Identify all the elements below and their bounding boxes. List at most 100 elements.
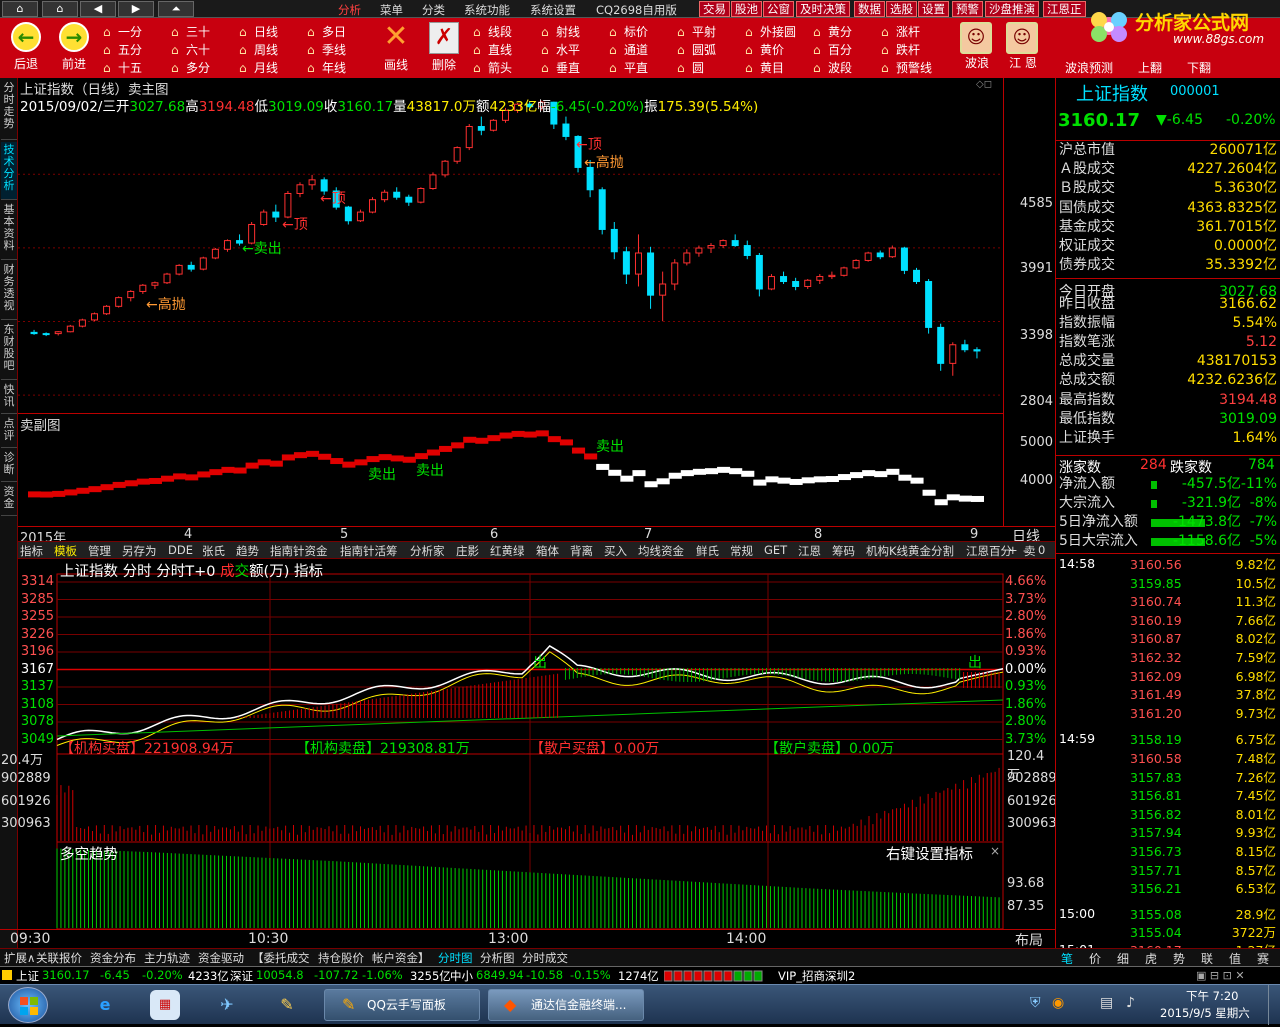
gann-avatar-button[interactable]: ☺ 江 恩 — [1006, 22, 1040, 71]
sidebar-item-finance[interactable]: 财务透视 — [1, 262, 17, 320]
menu-gann[interactable]: 江恩正 — [1043, 1, 1086, 17]
wave-avatar-button[interactable]: ☺ 波浪 — [960, 22, 994, 71]
menu-stock-pool[interactable]: 股池 — [731, 1, 762, 17]
draw-tool-0-0[interactable]: 线段 — [488, 23, 512, 40]
forward-button[interactable]: → 前进 — [56, 22, 92, 72]
bottom-tab-1[interactable]: 关联报价 — [36, 950, 82, 966]
page-down-button[interactable]: 下翻 — [1187, 59, 1211, 76]
sub-chart-pane[interactable]: 卖副图 卖出 卖出 卖出 — [18, 413, 1003, 526]
show-desktop-button[interactable] — [1268, 985, 1280, 1025]
draw-tool-2-1[interactable]: 垂直 — [556, 59, 580, 76]
intraday-pane[interactable]: 上证指数 分时 分时T+0 成交额(万) 指标 3314 3285 3255 3226… — [0, 560, 1057, 950]
menu-analysis[interactable]: 分析 — [338, 2, 361, 18]
indicator-setting-hint[interactable]: 右键设置指标 — [886, 843, 973, 864]
right-tab-1[interactable]: 价 — [1089, 950, 1101, 967]
paint-icon[interactable]: ✎ — [272, 990, 302, 1020]
sidebar-item-intraday[interactable]: 分时走势 — [1, 80, 17, 140]
clock-date[interactable]: 2015/9/5 星期六 — [1160, 1005, 1250, 1021]
draw-tool-2-6[interactable]: 预警线 — [896, 59, 932, 76]
next-button[interactable]: ▶ — [118, 1, 154, 17]
period-button-0-0[interactable]: 一分 — [118, 23, 142, 40]
volume-icon[interactable]: ♪ — [1126, 995, 1135, 1011]
draw-tool-1-6[interactable]: 跌杆 — [896, 41, 920, 58]
bottom-tab-5[interactable]: 【委托成交 — [252, 950, 310, 966]
period-button-2-3[interactable]: 年线 — [322, 59, 346, 76]
indicator-tab-20[interactable]: 筹码 — [832, 543, 855, 559]
draw-tool-1-4[interactable]: 黄价 — [760, 41, 784, 58]
draw-line-button[interactable]: ✕ 画线 — [374, 22, 418, 73]
menu-category[interactable]: 分类 — [422, 2, 445, 18]
bottom-tab-0[interactable]: 扩展∧ — [4, 950, 35, 966]
sidebar-item-technical[interactable]: 技术分析 — [1, 142, 17, 200]
bottom-tab-10[interactable]: 分时成交 — [522, 950, 568, 966]
indicator-tab-17[interactable]: 常规 — [730, 543, 753, 559]
period-button-1-3[interactable]: 季线 — [322, 41, 346, 58]
bottom-tab-7[interactable]: 帐户资金】 — [372, 950, 430, 966]
menu-alert[interactable]: 预警 — [952, 1, 983, 17]
bottom-tab-8[interactable]: 分时图 — [438, 950, 473, 966]
prev-button[interactable]: ◀ — [80, 1, 116, 17]
indicator-tab-2[interactable]: 管理 — [88, 543, 111, 559]
qq-icon[interactable]: ✈ — [212, 990, 242, 1020]
back-button[interactable]: ← 后退 — [8, 22, 44, 72]
draw-tool-1-0[interactable]: 直线 — [488, 41, 512, 58]
layout-button[interactable]: 布局 — [1015, 930, 1043, 950]
draw-tool-0-4[interactable]: 外接圆 — [760, 23, 796, 40]
home-button[interactable]: ⌂ — [42, 1, 78, 17]
indicator-tab-14[interactable]: 买入 — [604, 543, 627, 559]
period-button-1-0[interactable]: 五分 — [118, 41, 142, 58]
draw-tool-0-2[interactable]: 标价 — [624, 23, 648, 40]
right-tab-4[interactable]: 势 — [1173, 950, 1185, 967]
indicator-tab-21[interactable]: 机构K线 — [866, 543, 908, 559]
indicator-control-2[interactable]: 0 — [1038, 543, 1045, 557]
right-tab-5[interactable]: 联 — [1201, 950, 1213, 967]
indicator-tab-10[interactable]: 庄影 — [456, 543, 479, 559]
sidebar-item-news[interactable]: 快讯 — [1, 382, 17, 414]
ie-icon[interactable]: e — [90, 990, 120, 1020]
draw-tool-1-2[interactable]: 通道 — [624, 41, 648, 58]
draw-tool-2-2[interactable]: 平直 — [624, 59, 648, 76]
indicator-tab-16[interactable]: 鲜氏 — [696, 543, 719, 559]
menu-public-window[interactable]: 公窗 — [763, 1, 794, 17]
wave-predict-button[interactable]: 波浪预测 — [1065, 59, 1113, 76]
right-tab-7[interactable]: 赛 — [1257, 950, 1269, 967]
draw-tool-2-3[interactable]: 圆 — [692, 59, 704, 76]
period-button-0-1[interactable]: 三十 — [186, 23, 210, 40]
menu-menu[interactable]: 菜单 — [380, 2, 403, 18]
menu-system-functions[interactable]: 系统功能 — [464, 2, 510, 18]
menu-data[interactable]: 数据 — [854, 1, 885, 17]
indicator-tab-12[interactable]: 箱体 — [536, 543, 559, 559]
draw-tool-0-1[interactable]: 射线 — [556, 23, 580, 40]
draw-tool-2-4[interactable]: 黄目 — [760, 59, 784, 76]
main-chart-pane[interactable]: 上证指数（日线）卖主图 2015/09/02/三开3027.68高3194.48… — [18, 78, 1003, 413]
draw-tool-0-6[interactable]: 涨杆 — [896, 23, 920, 40]
right-tab-2[interactable]: 细 — [1117, 950, 1129, 967]
period-button-2-0[interactable]: 十五 — [118, 59, 142, 76]
tick-list[interactable]: 14:58 3160.56 9.82亿 3159.85 10.5亿 3160.74 11.3… — [1056, 553, 1280, 958]
indicator-tab-5[interactable]: 张氏 — [202, 543, 225, 559]
sidebar-item-fundamentals[interactable]: 基本资料 — [1, 202, 17, 260]
indicator-tab-4[interactable]: DDE — [168, 543, 193, 557]
indicator-tab-18[interactable]: GET — [764, 543, 787, 557]
indicator-tab-13[interactable]: 背离 — [570, 543, 593, 559]
draw-tool-1-1[interactable]: 水平 — [556, 41, 580, 58]
sidebar-item-diagnose[interactable]: 诊断 — [1, 450, 17, 482]
indicator-tab-23[interactable]: 江恩百分 — [966, 543, 1012, 559]
draw-tool-2-0[interactable]: 箭头 — [488, 59, 512, 76]
window-controls-icon[interactable]: ▣ ⊟ ⊡ ✕ — [1196, 969, 1268, 983]
shield-icon[interactable]: ⛨ — [1030, 995, 1041, 1011]
indicator-tab-1[interactable]: 模板 — [54, 543, 77, 559]
indicator-tab-8[interactable]: 指南针活筹 — [340, 543, 398, 559]
period-button-2-1[interactable]: 多分 — [186, 59, 210, 76]
draw-tool-0-3[interactable]: 平射 — [692, 23, 716, 40]
indicator-tab-7[interactable]: 指南针资金 — [270, 543, 328, 559]
menu-stock-select[interactable]: 选股 — [886, 1, 917, 17]
menu-sandbox[interactable]: 沙盘推演 — [985, 1, 1039, 17]
bottom-tab-2[interactable]: 资金分布 — [90, 950, 136, 966]
indicator-tab-11[interactable]: 红黄绿 — [490, 543, 525, 559]
draw-tool-2-5[interactable]: 波段 — [828, 59, 852, 76]
indicator-tab-0[interactable]: 指标 — [20, 543, 43, 559]
draw-tool-1-5[interactable]: 百分 — [828, 41, 852, 58]
restore-icon[interactable]: ◇◻ — [976, 79, 992, 90]
indicator-tab-15[interactable]: 均线资金 — [638, 543, 684, 559]
